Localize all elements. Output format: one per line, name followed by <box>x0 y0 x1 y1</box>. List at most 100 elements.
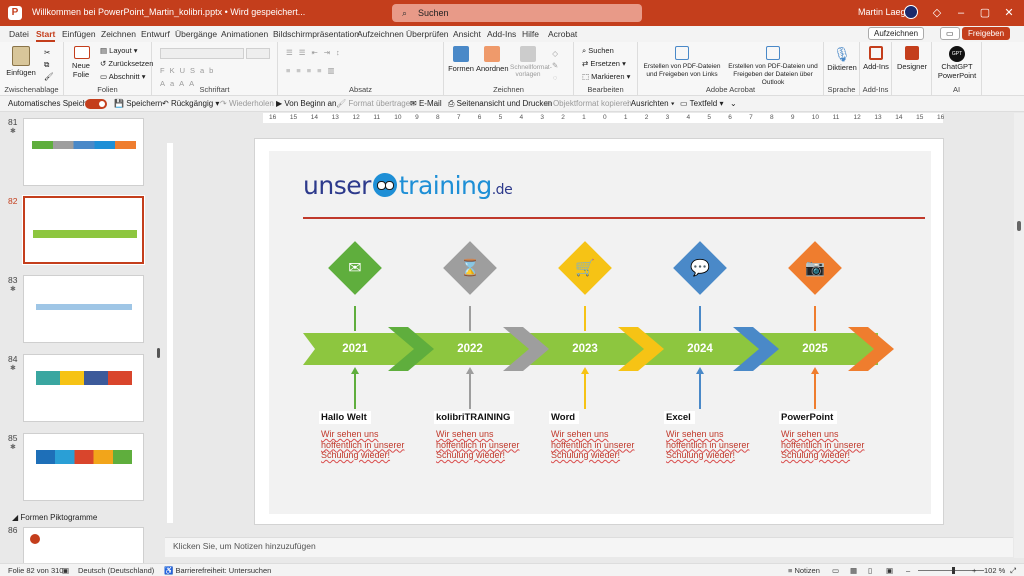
tab-bildschirmpraesentation[interactable]: Bildschirmpräsentation <box>273 29 359 39</box>
ruler-tick-label: 8 <box>436 114 440 121</box>
new-slide-button[interactable]: Neue Folie <box>70 46 94 79</box>
tab-datei[interactable]: Datei <box>9 29 29 39</box>
tab-ansicht[interactable]: Ansicht <box>453 29 481 39</box>
font-size-dropdown[interactable] <box>246 48 270 59</box>
tab-entwurf[interactable]: Entwurf <box>141 29 170 39</box>
milestone-title[interactable]: Word <box>549 411 580 424</box>
arrange-button[interactable]: Anordnen <box>476 46 509 73</box>
slide-thumbnail[interactable] <box>23 118 144 186</box>
slide-thumbnail[interactable] <box>23 527 144 563</box>
notes-button[interactable]: ≡ Notizen <box>788 566 820 575</box>
maximize-button[interactable]: ▢ <box>976 4 994 22</box>
spellcheck-icon[interactable]: ▣ <box>62 566 69 575</box>
sorter-view-icon[interactable]: ▦ <box>850 566 857 575</box>
slideshow-view-icon[interactable]: ▣ <box>886 566 893 575</box>
milestone-title[interactable]: kolibriTRAINING <box>434 411 515 424</box>
textbox-button[interactable]: ▭ Textfeld ▾ <box>680 99 723 108</box>
font-format-buttons[interactable]: FKUSab <box>160 66 218 75</box>
milestone-description[interactable]: Wir sehen uns hoffentlich in unserer Sch… <box>321 429 407 461</box>
list-buttons[interactable]: ☰☰⇤⇥↕ <box>286 48 346 57</box>
milestone-title[interactable]: PowerPoint <box>779 411 838 424</box>
format-painter-icon[interactable]: 🖌 <box>44 72 54 81</box>
designer-button[interactable]: Designer <box>896 46 928 71</box>
milestone-description[interactable]: Wir sehen uns hoffentlich in unserer Sch… <box>551 429 637 461</box>
autosave-toggle[interactable] <box>85 99 107 109</box>
layout-button[interactable]: ▤ Layout ▾ <box>100 46 138 55</box>
tab-ueberpruefen[interactable]: Überprüfen <box>406 29 449 39</box>
format-painter-button[interactable]: 🖌 Format übertragen <box>336 99 415 108</box>
find-button[interactable]: ⌕ Suchen <box>582 46 614 56</box>
milestone-description[interactable]: Wir sehen uns hoffentlich in unserer Sch… <box>436 429 522 461</box>
zoom-out-icon[interactable]: – <box>906 566 910 575</box>
pdf-share-outlook-button[interactable]: Erstellen von PDF-Dateien und Freigeben … <box>726 46 820 87</box>
replace-button[interactable]: ⇄ Ersetzen ▾ <box>582 59 626 68</box>
align-buttons[interactable]: ≡≡≡≡▥ <box>286 66 341 75</box>
milestone-title[interactable]: Hallo Welt <box>319 411 371 424</box>
avatar[interactable] <box>904 5 918 19</box>
email-button[interactable]: ✉ E-Mail <box>410 99 442 108</box>
tab-addins[interactable]: Add-Ins <box>487 29 516 39</box>
new-slide-icon <box>74 46 90 59</box>
tab-start[interactable]: Start <box>36 29 56 42</box>
tab-einfuegen[interactable]: Einfügen <box>62 29 96 39</box>
select-button[interactable]: ⬚ Markieren ▾ <box>582 72 630 81</box>
comments-button[interactable]: ▭ <box>940 27 960 40</box>
from-start-button[interactable]: ▶ Von Beginn an <box>276 99 336 108</box>
addins-button[interactable]: Add-Ins <box>863 46 889 71</box>
tab-animationen[interactable]: Animationen <box>221 29 268 39</box>
tab-zeichnen[interactable]: Zeichnen <box>101 29 136 39</box>
search-box[interactable]: ⌕ Suchen <box>392 4 642 22</box>
close-button[interactable]: ✕ <box>1000 4 1018 22</box>
font-family-dropdown[interactable] <box>160 48 244 59</box>
customize-qat-icon[interactable]: ⌄ <box>730 99 737 108</box>
slide-thumbnail[interactable] <box>23 354 144 422</box>
copy-icon[interactable]: ⧉ <box>44 60 49 70</box>
tab-hilfe[interactable]: Hilfe <box>522 29 539 39</box>
scrollbar-thumb[interactable] <box>1017 221 1021 231</box>
shapes-button[interactable]: Formen <box>448 46 474 73</box>
record-button[interactable]: Aufzeichnen <box>868 27 925 40</box>
chatgpt-button[interactable]: GPT ChatGPT PowerPoint <box>936 46 978 80</box>
section-button[interactable]: ▭ Abschnitt ▾ <box>100 72 145 81</box>
paste-button[interactable]: Einfügen <box>6 46 36 77</box>
slide-scrollbar[interactable] <box>1014 113 1024 558</box>
slide-canvas[interactable]: unser training.de 2021 ✉ Hallo Welt Wir sehe… <box>254 138 944 525</box>
milestone-description[interactable]: Wir sehen uns hoffentlich in unserer Sch… <box>781 429 867 461</box>
zoom-level[interactable]: 102 % <box>984 566 1005 575</box>
tab-aufzeichnen[interactable]: Aufzeichnen <box>357 29 404 39</box>
thumbnail-scrollbar[interactable] <box>157 348 160 358</box>
cut-icon[interactable]: ✂ <box>44 48 50 57</box>
minimize-button[interactable]: – <box>952 4 970 22</box>
slide-thumbnail[interactable] <box>23 433 144 501</box>
diamond-icon[interactable]: ◇ <box>928 4 946 22</box>
ruler-track <box>167 143 173 523</box>
dictate-button[interactable]: 🎙 Diktieren <box>827 46 857 72</box>
normal-view-icon[interactable]: ▭ <box>832 566 839 575</box>
fit-slide-icon[interactable]: ⤢ <box>1010 566 1016 576</box>
print-preview-button[interactable]: ⎙ Seitenansicht und Drucken <box>448 99 552 109</box>
reading-view-icon[interactable]: ▯ <box>868 566 872 575</box>
tab-acrobat[interactable]: Acrobat <box>548 29 577 39</box>
pdf-share-link-button[interactable]: Erstellen von PDF-Dateien und Freigeben … <box>642 46 722 79</box>
section-header[interactable]: ◢ Formen Piktogramme <box>12 513 97 522</box>
zoom-in-icon[interactable]: + <box>972 566 976 575</box>
milestone-description[interactable]: Wir sehen uns hoffentlich in unserer Sch… <box>666 429 752 461</box>
save-button[interactable]: 💾 Speichern <box>114 99 162 108</box>
slide-thumbnail-active[interactable] <box>22 195 145 265</box>
copy-format-button[interactable]: ⧉ Objektformat kopieren <box>545 99 632 109</box>
accessibility-button[interactable]: ♿ Barrierefreiheit: Untersuchen <box>164 566 271 575</box>
shape-format-icons[interactable]: ◇ ✎ ◌ <box>552 48 558 84</box>
tab-uebergaenge[interactable]: Übergänge <box>175 29 217 39</box>
slide-thumbnail[interactable] <box>23 275 144 343</box>
vertical-ruler <box>165 123 175 533</box>
reset-button[interactable]: ↺ Zurücksetzen <box>100 59 153 68</box>
milestone-title[interactable]: Excel <box>664 411 695 424</box>
align-button[interactable]: ⫶ Ausrichten ▾ <box>627 99 675 109</box>
quick-styles-button[interactable]: Schnellformat-vorlagen <box>510 46 552 78</box>
undo-button[interactable]: ↶ Rückgängig ▾ <box>162 99 219 108</box>
share-button[interactable]: Freigeben <box>962 27 1011 40</box>
redo-button[interactable]: ↷ Wiederholen <box>220 99 274 108</box>
zoom-slider-thumb[interactable] <box>952 567 955 574</box>
notes-pane[interactable]: Klicken Sie, um Notizen hinzuzufügen <box>165 537 1013 557</box>
language[interactable]: Deutsch (Deutschland) <box>78 566 154 575</box>
